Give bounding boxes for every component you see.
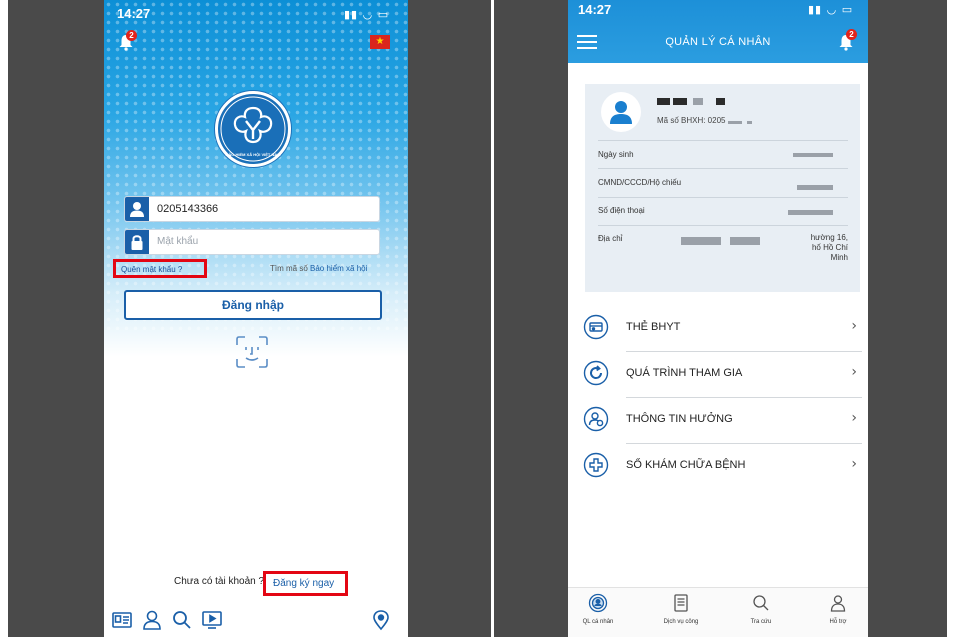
register-now-link[interactable]: Đăng ký ngay (273, 578, 334, 589)
menu-label: QUÁ TRÌNH THAM GIA (626, 367, 743, 379)
dob-label: Ngày sinh (598, 150, 634, 159)
vietnam-flag-icon[interactable]: ★ (370, 35, 390, 49)
status-icons: ▮▮ ◡ ▭ (808, 3, 854, 16)
menu-item-benefits[interactable]: THÔNG TIN HƯỞNG › (583, 398, 862, 444)
username-value: 0205143366 (157, 203, 219, 215)
redacted-name (673, 98, 687, 105)
left-gap (408, 0, 491, 637)
medical-cross-icon (583, 452, 609, 478)
redacted-address (681, 237, 721, 245)
id-number-label: CMND/CCCD/Hộ chiếu (598, 178, 682, 187)
document-icon (674, 594, 688, 612)
tab-public-service[interactable]: Dịch vụ công (651, 593, 711, 625)
address-tail: hường 16, hố Hồ Chí Minh (811, 233, 848, 263)
username-field[interactable]: 0205143366 (124, 196, 380, 222)
address-line: Minh (830, 253, 848, 262)
divider (598, 168, 848, 169)
redacted-name (657, 98, 670, 105)
tab-label: Dịch vụ công (663, 619, 699, 625)
redacted-bhxh (747, 121, 752, 124)
tab-label: Tra cứu (750, 619, 772, 625)
login-screen: 14:27 ▮▮ ◡ ▭ 2 ★ BẢO HIỂM XÃ HỘI VIỆT NA… (104, 0, 408, 637)
lookup-bhxh-link[interactable]: Tìm mã số Bảo hiểm xã hội (270, 264, 367, 273)
right-margin (868, 0, 947, 637)
redacted-phone (788, 210, 833, 215)
screenshot-canvas: 14:27 ▮▮ ◡ ▭ 2 ★ BẢO HIỂM XÃ HỘI VIỆT NA… (0, 0, 957, 637)
id-card-icon[interactable] (111, 609, 133, 631)
divider (598, 225, 848, 226)
menu-label: THẺ BHYT (626, 321, 681, 333)
chevron-right-icon: › (851, 410, 857, 426)
bottom-tab-bar: QL cá nhân Dịch vụ công Tra cứu Hỗ trợ (568, 587, 868, 637)
lock-icon (125, 230, 149, 254)
profile-card: Mã số BHXH: 0205 Ngày sinh CMND/CCCD/Hộ … (585, 84, 860, 292)
redacted-address (730, 237, 760, 245)
chevron-right-icon: › (851, 456, 857, 472)
register-highlight: Đăng ký ngay (263, 571, 348, 596)
redacted-bhxh (728, 121, 742, 124)
menu-item-medical-record[interactable]: SỔ KHÁM CHỮA BỆNH › (583, 444, 862, 490)
menu-item-participation[interactable]: QUÁ TRÌNH THAM GIA › (583, 352, 862, 398)
redacted-id (797, 185, 833, 190)
notification-badge: 2 (846, 29, 857, 40)
address-line: hường 16, (810, 233, 848, 242)
tab-label: Hỗ trợ (829, 619, 847, 625)
location-pin-icon[interactable] (370, 609, 392, 631)
status-icons: ▮▮ ◡ ▭ (344, 8, 390, 21)
bhxh-logo: BẢO HIỂM XÃ HỘI VIỆT NAM (215, 91, 291, 167)
divider (598, 197, 848, 198)
address-line: hố Hồ Chí (811, 243, 848, 252)
card-icon (583, 314, 609, 340)
logo-text: BẢO HIỂM XÃ HỘI VIỆT NAM (225, 152, 281, 157)
no-account-text: Chưa có tài khoản ? (174, 576, 265, 587)
chevron-right-icon: › (851, 318, 857, 334)
left-margin (8, 0, 104, 637)
bhxh-number-label: Mã số BHXH: 0205 (657, 116, 726, 125)
face-id-icon[interactable] (235, 335, 269, 369)
address-label: Địa chỉ (598, 234, 623, 243)
personal-icon (588, 593, 608, 613)
support-icon (830, 595, 846, 612)
password-field[interactable]: Mật khẩu (124, 229, 380, 255)
page-title: QUẢN LÝ CÁ NHÂN (665, 36, 771, 48)
chevron-right-icon: › (851, 364, 857, 380)
redacted-name (693, 98, 703, 105)
person-search-icon[interactable] (141, 609, 163, 631)
status-time: 14:27 (117, 6, 151, 21)
lookup-link-text: Bảo hiểm xã hội (310, 264, 368, 273)
status-time: 14:27 (578, 2, 612, 17)
magnifier-icon[interactable] (171, 609, 193, 631)
lookup-prefix: Tìm mã số (270, 264, 311, 273)
person-info-icon (583, 406, 609, 432)
personal-management-screen: 14:27 ▮▮ ◡ ▭ QUẢN LÝ CÁ NHÂN 2 Mã số BHX… (568, 0, 868, 637)
app-header: 14:27 ▮▮ ◡ ▭ QUẢN LÝ CÁ NHÂN 2 (568, 0, 868, 63)
redacted-name (716, 98, 725, 105)
avatar (601, 92, 641, 132)
menu-label: THÔNG TIN HƯỞNG (626, 413, 733, 425)
divider (598, 140, 848, 141)
tab-support[interactable]: Hỗ trợ (808, 593, 868, 625)
search-icon (753, 595, 769, 611)
phone-label: Số điện thoại (598, 206, 645, 215)
user-icon (125, 197, 149, 221)
forgot-password-link[interactable]: Quên mật khẩu ? (121, 265, 182, 274)
tab-personal[interactable]: QL cá nhân (568, 593, 628, 625)
tab-label: QL cá nhân (582, 619, 614, 625)
menu-item-health-card[interactable]: THẺ BHYT › (583, 306, 862, 352)
forgot-password-highlight: Quên mật khẩu ? (113, 259, 207, 278)
notification-badge: 2 (126, 30, 137, 41)
video-screen-icon[interactable] (201, 609, 223, 631)
refresh-icon (583, 360, 609, 386)
tab-lookup[interactable]: Tra cứu (731, 593, 791, 625)
menu-label: SỔ KHÁM CHỮA BỆNH (626, 459, 746, 471)
login-button[interactable]: Đăng nhập (124, 290, 382, 320)
password-placeholder: Mật khẩu (157, 236, 199, 247)
redacted-dob (793, 153, 833, 157)
right-gap (494, 0, 568, 637)
